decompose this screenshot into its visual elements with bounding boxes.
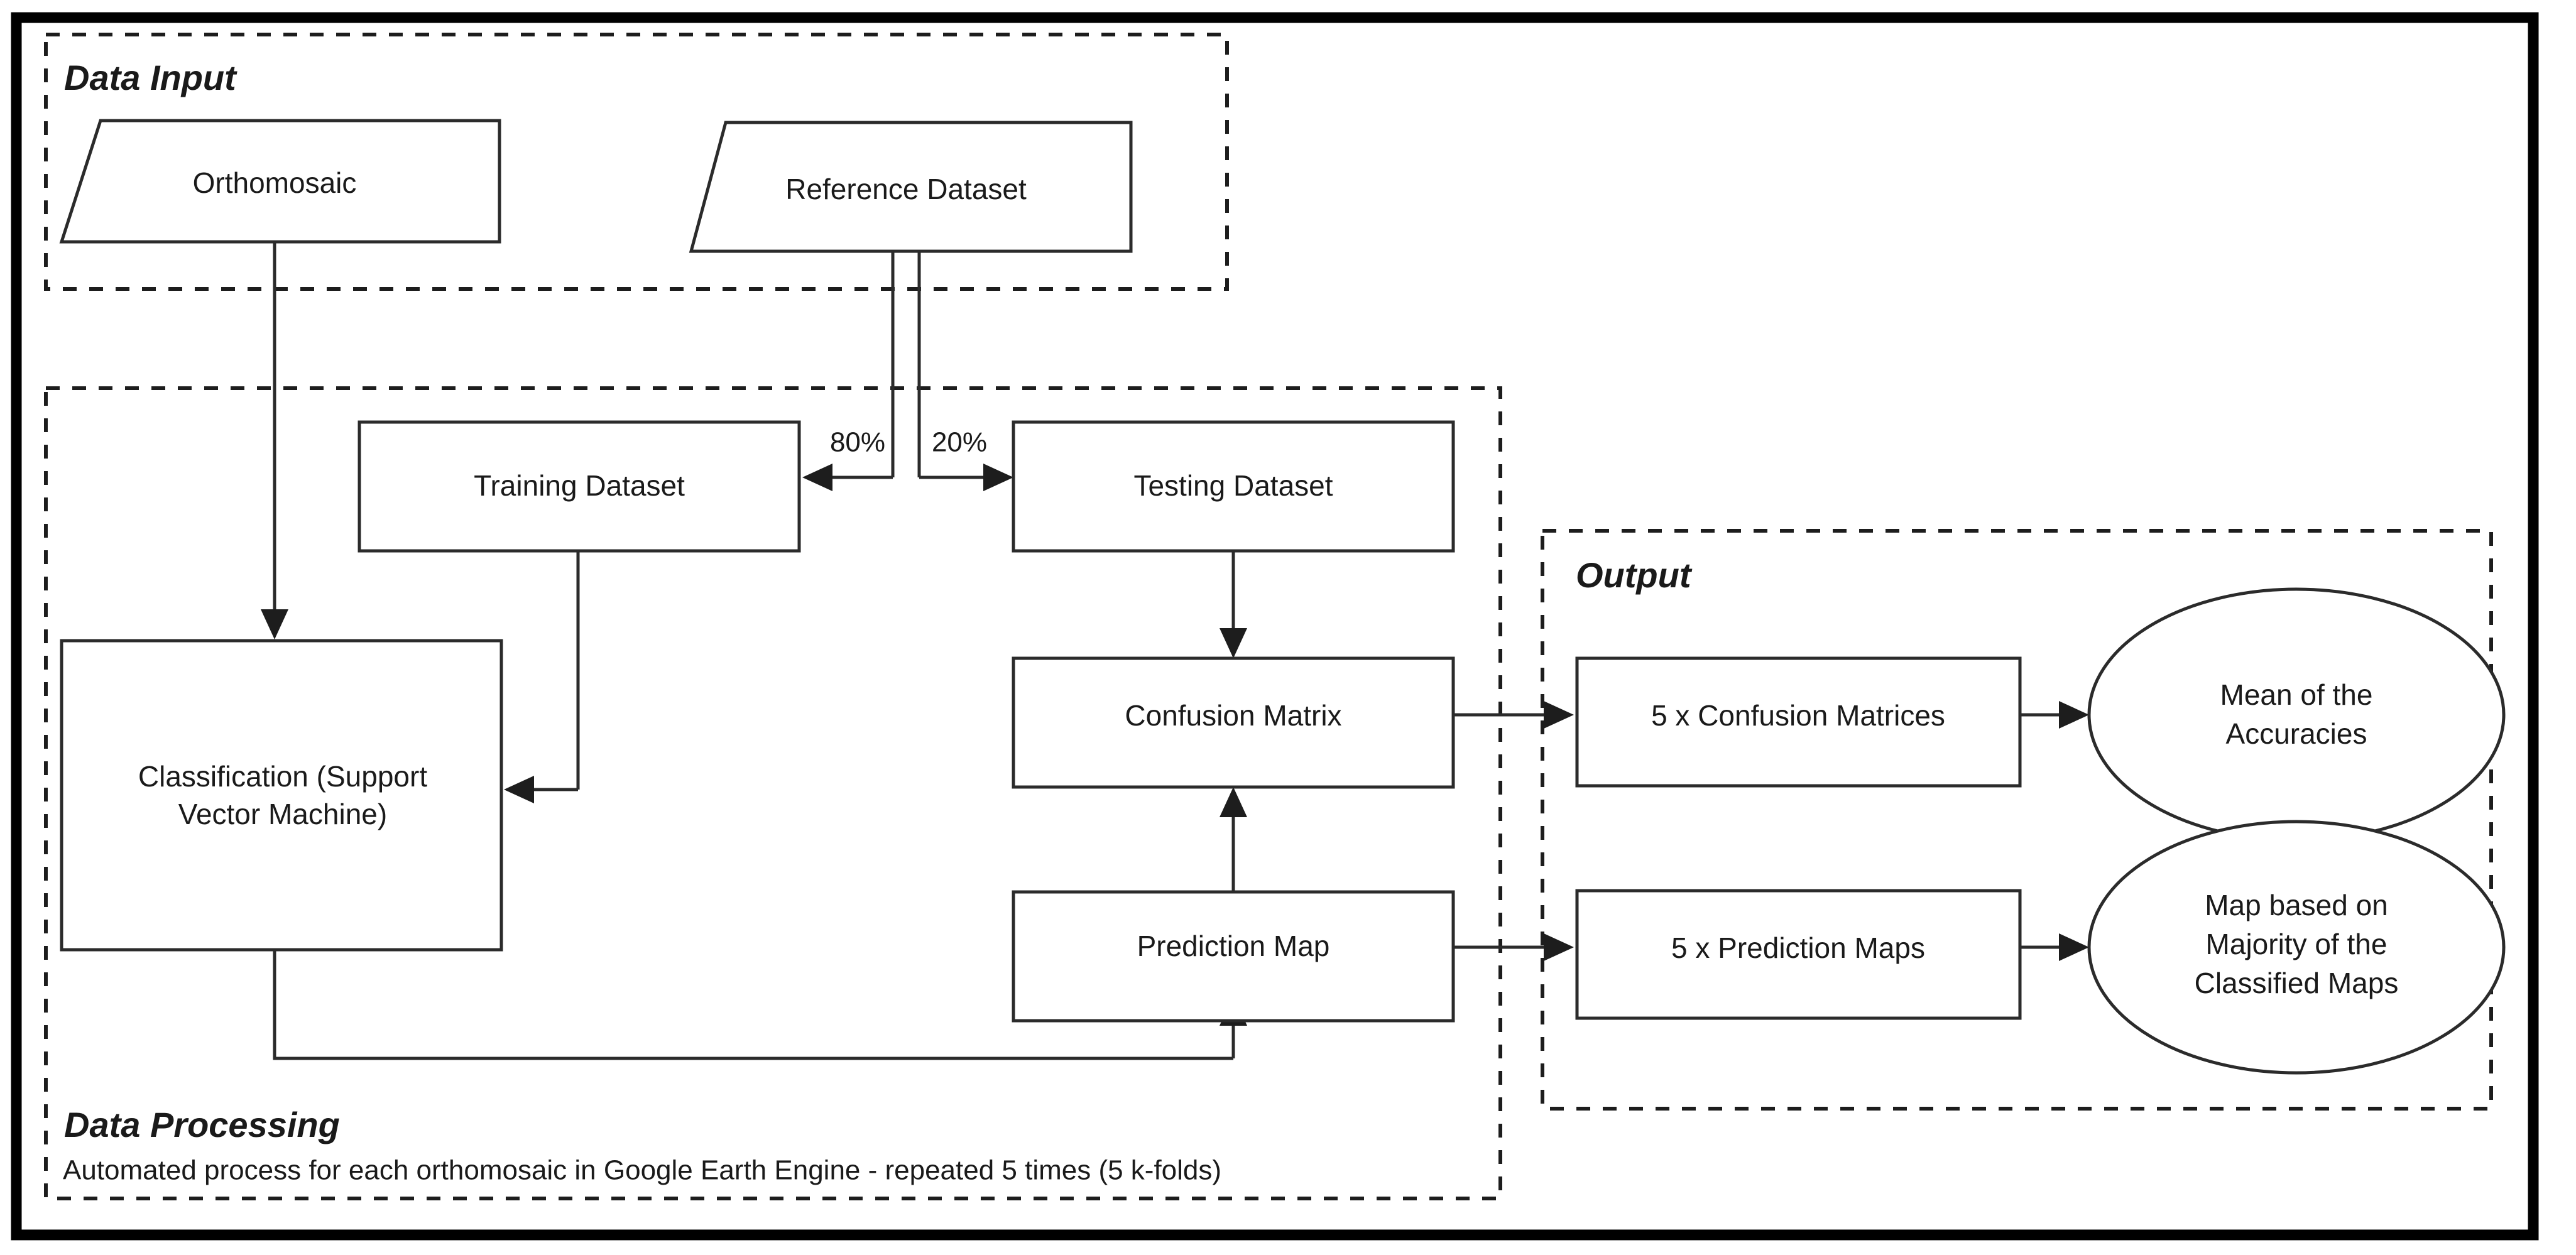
node-majority-map[interactable]: Map based on Majority of the Classified … (2087, 820, 2506, 1075)
node-five-prediction-maps[interactable]: 5 x Prediction Maps (1575, 889, 2022, 1020)
node-training-dataset-label: Training Dataset (474, 469, 685, 502)
node-mean-accuracies-label-line1: Mean of the (2220, 678, 2373, 711)
node-mean-accuracies[interactable]: Mean of the Accuracies (2087, 587, 2506, 842)
node-reference-dataset[interactable]: Reference Dataset (689, 121, 1133, 253)
node-reference-dataset-label: Reference Dataset (785, 173, 1027, 205)
arrowhead-split-to-training (802, 464, 832, 491)
flowchart-canvas: Data Input Data Processing Automated pro… (11, 12, 2539, 1241)
flowchart-figure: Data Input Data Processing Automated pro… (0, 0, 2576, 1255)
group-data-processing-title: Data Processing (64, 1105, 340, 1144)
node-prediction-map-label: Prediction Map (1137, 930, 1330, 962)
edge-label-80-percent: 80% (830, 427, 885, 458)
node-prediction-map[interactable]: Prediction Map (1012, 890, 1455, 1023)
node-five-confusion-matrices-label: 5 x Confusion Matrices (1651, 699, 1945, 732)
edge-label-20-percent: 20% (932, 427, 987, 458)
arrowhead-prediction-map-to-five-maps (1544, 933, 1574, 961)
node-training-dataset[interactable]: Training Dataset (357, 420, 801, 553)
node-mean-accuracies-label-line2: Accuracies (2226, 717, 2367, 750)
arrowhead-testing-to-confusion-matrix (1220, 628, 1247, 658)
node-testing-dataset[interactable]: Testing Dataset (1012, 420, 1455, 553)
node-majority-map-label-line3: Classified Maps (2195, 967, 2399, 999)
node-confusion-matrix[interactable]: Confusion Matrix (1012, 656, 1455, 789)
arrowhead-five-matrices-to-mean-accuracies (2059, 701, 2089, 729)
node-testing-dataset-label: Testing Dataset (1133, 469, 1333, 502)
node-five-confusion-matrices[interactable]: 5 x Confusion Matrices (1575, 656, 2022, 788)
node-classification-label-line2: Vector Machine) (178, 798, 387, 830)
arrowhead-orthomosaic-to-classification (261, 609, 288, 639)
arrowhead-five-maps-to-majority-map (2059, 933, 2089, 961)
arrowhead-confusion-matrix-to-five-matrices (1544, 701, 1574, 729)
node-classification[interactable]: Classification (Support Vector Machine) (60, 639, 503, 952)
node-classification-shape[interactable] (60, 639, 503, 952)
node-orthomosaic[interactable]: Orthomosaic (59, 119, 501, 244)
group-data-processing-subtitle: Automated process for each orthomosaic i… (63, 1155, 1221, 1186)
node-orthomosaic-label: Orthomosaic (193, 166, 357, 199)
node-classification-label-line1: Classification (Support (138, 760, 427, 793)
arrowhead-prediction-map-to-confusion-matrix (1220, 787, 1247, 817)
arrowhead-split-to-testing (983, 464, 1013, 491)
node-majority-map-label-line2: Majority of the (2206, 928, 2388, 960)
group-output-title: Output (1576, 555, 1693, 595)
arrowhead-training-to-classification (504, 776, 534, 803)
node-majority-map-label-line1: Map based on (2205, 889, 2388, 921)
group-data-input-title: Data Input (64, 58, 237, 97)
node-mean-accuracies-shape[interactable] (2087, 587, 2506, 842)
node-five-prediction-maps-label: 5 x Prediction Maps (1671, 932, 1925, 964)
node-confusion-matrix-label: Confusion Matrix (1125, 699, 1341, 732)
